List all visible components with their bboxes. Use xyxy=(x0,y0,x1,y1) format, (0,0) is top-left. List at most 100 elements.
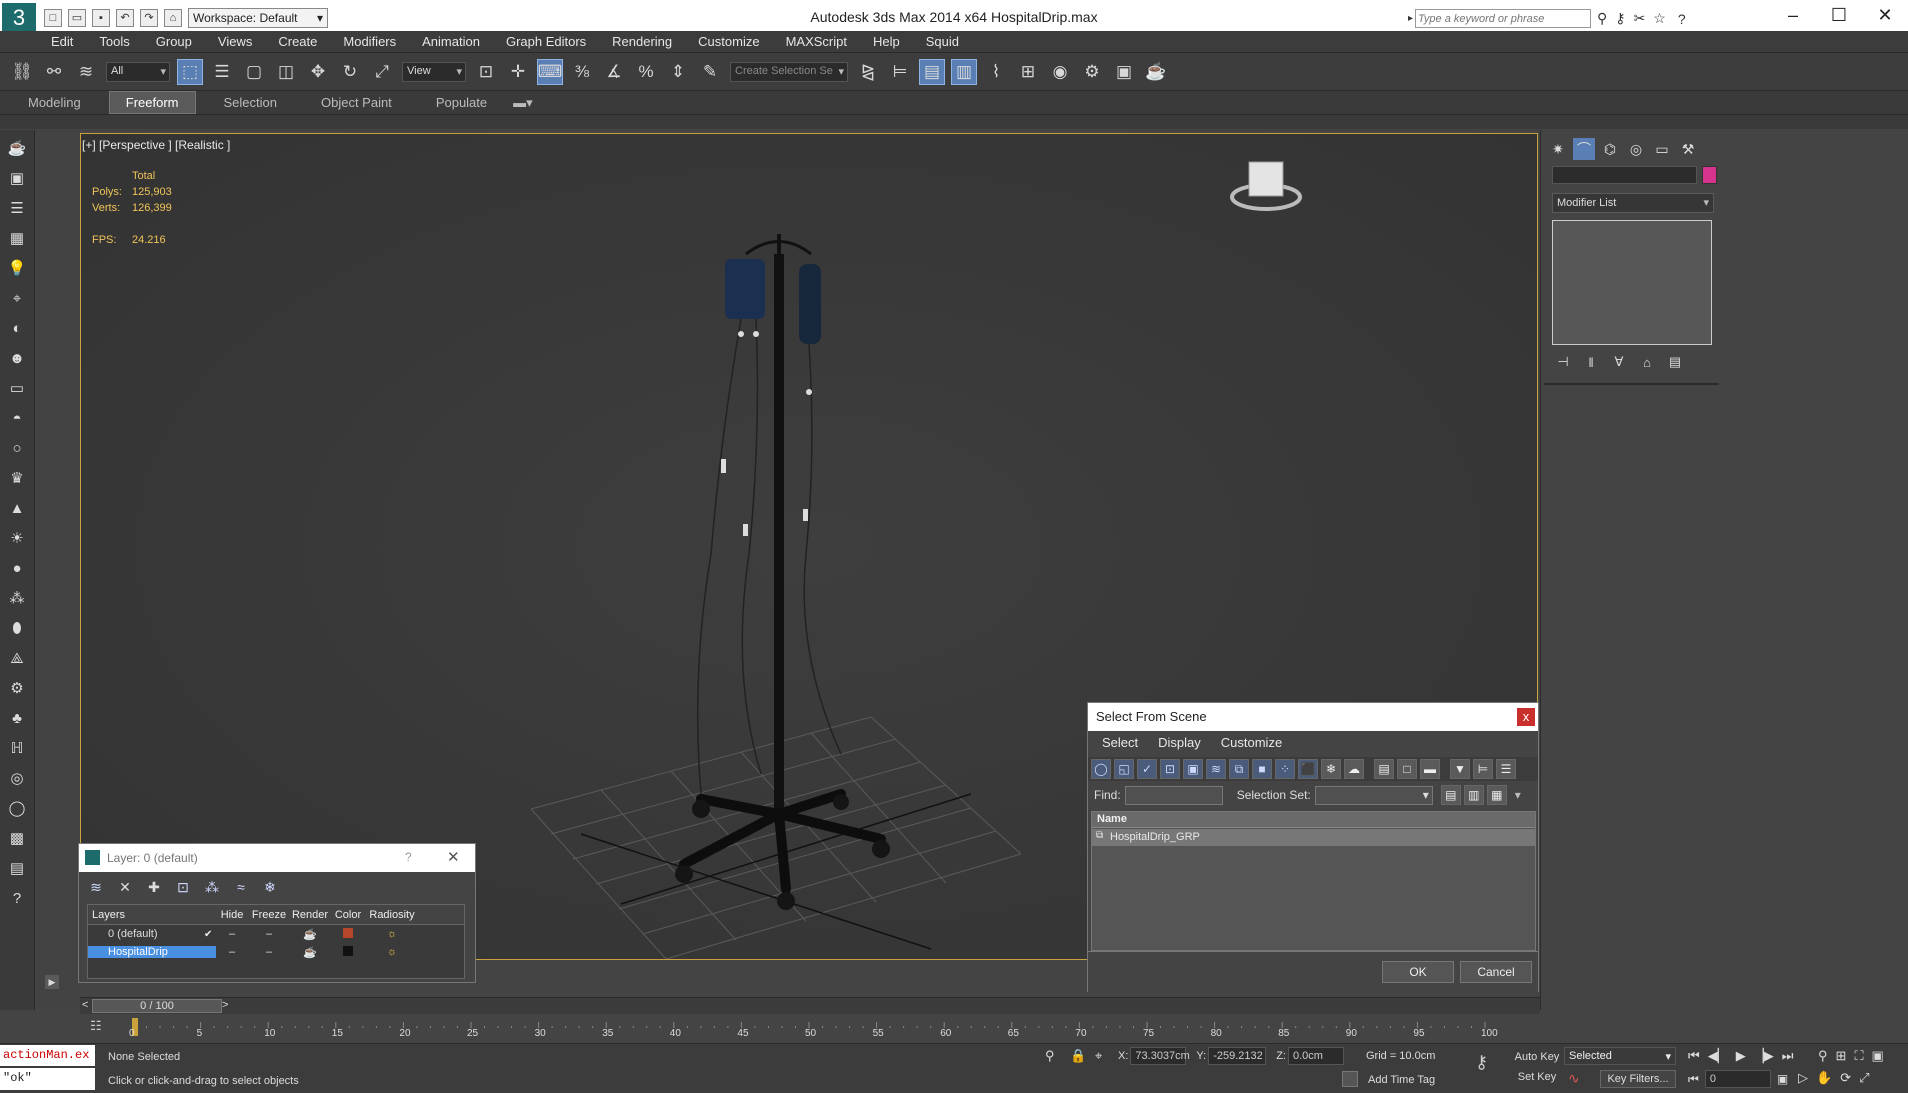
column-radiosity[interactable]: Radiosity xyxy=(366,909,418,921)
key-mode-toggle-icon[interactable]: ⏮ xyxy=(1688,1072,1699,1087)
play-icon[interactable]: ▶ xyxy=(1736,1048,1746,1064)
modifier-list-dropdown[interactable]: Modifier List xyxy=(1552,193,1714,213)
reference-coordinate-dropdown[interactable]: View xyxy=(402,61,466,82)
next-frame-icon[interactable]: ▕▶ xyxy=(1754,1048,1774,1064)
modifier-stack[interactable] xyxy=(1552,220,1712,345)
layer-color-swatch[interactable] xyxy=(330,927,366,941)
favorites-star-icon[interactable]: ☆ xyxy=(1653,10,1666,27)
menu-tools[interactable]: Tools xyxy=(86,34,142,49)
z-coordinate-field[interactable]: 0.0cm xyxy=(1287,1047,1344,1065)
render-icon[interactable]: ▣ xyxy=(5,166,29,190)
tab-freeform[interactable]: Freeform xyxy=(108,91,196,114)
align-icon[interactable]: ⊨ xyxy=(887,59,913,85)
select-by-name-icon[interactable]: ☰ xyxy=(209,59,235,85)
list-icon[interactable]: ☰ xyxy=(5,196,29,220)
tab-selection[interactable]: Selection xyxy=(208,92,293,113)
link-icon[interactable]: ⛓ xyxy=(9,59,35,85)
capsule-icon[interactable]: ⬮ xyxy=(5,616,29,640)
unlink-icon[interactable]: ⚯ xyxy=(41,59,67,85)
window-crossing-icon[interactable]: ◫ xyxy=(273,59,299,85)
cameras-filter-icon[interactable]: ⊡ xyxy=(1160,759,1180,779)
curve-editor-icon[interactable]: ⌇ xyxy=(983,59,1009,85)
angle-snap-icon[interactable]: ∡ xyxy=(601,59,627,85)
modify-tab-icon[interactable]: ⌒ xyxy=(1573,138,1595,160)
column-hide[interactable]: Hide xyxy=(216,909,248,921)
key-icon[interactable]: ⚷ xyxy=(1615,10,1625,27)
time-tag-icon[interactable] xyxy=(1342,1071,1358,1087)
menu-modifiers[interactable]: Modifiers xyxy=(330,34,409,49)
menu-customize[interactable]: Customize xyxy=(1211,731,1292,755)
geometry-filter-icon[interactable]: ◯ xyxy=(1091,759,1111,779)
ok-button[interactable]: OK xyxy=(1382,961,1454,983)
remove-modifier-icon[interactable]: ⌂ xyxy=(1636,352,1658,372)
previous-frame-icon[interactable]: ◀▏ xyxy=(1708,1048,1728,1064)
ob-icon[interactable]: ◎ xyxy=(5,766,29,790)
question-icon[interactable]: ? xyxy=(5,886,29,910)
configure-modifier-sets-icon[interactable]: ▤ xyxy=(1664,352,1686,372)
ribbon-options-icon[interactable]: ▬▾ xyxy=(509,95,537,111)
gear-icon[interactable]: ⚙ xyxy=(5,676,29,700)
radiosity-bulb-icon[interactable]: ☼ xyxy=(366,928,418,940)
select-in-layer-icon[interactable]: ⊡ xyxy=(171,876,195,898)
close-icon[interactable]: ✕ xyxy=(447,848,460,866)
expand-search-icon[interactable]: ▸ xyxy=(1408,13,1413,24)
help-icon[interactable]: ? xyxy=(1678,11,1686,27)
binoculars-icon[interactable]: ⚲ xyxy=(1597,10,1607,27)
plant-icon[interactable]: ♣ xyxy=(5,706,29,730)
script-icon[interactable]: ▤ xyxy=(5,856,29,880)
rendered-frame-window-icon[interactable]: ▣ xyxy=(1111,59,1137,85)
current-frame-field[interactable]: 0 xyxy=(1704,1070,1771,1088)
find-input[interactable] xyxy=(1124,785,1223,805)
menu-select[interactable]: Select xyxy=(1092,731,1148,755)
object-name-field[interactable] xyxy=(1552,166,1697,184)
dome-icon[interactable]: ◓ xyxy=(5,406,29,430)
graphite-toolbar-icon[interactable]: ▥ xyxy=(951,58,977,85)
render-teapot-icon[interactable]: ☕ xyxy=(290,946,330,959)
highlight-layer-icon[interactable]: ⁂ xyxy=(200,876,224,898)
time-slider-thumb[interactable]: 0 / 100 xyxy=(92,999,222,1013)
column-freeze[interactable]: Freeze xyxy=(248,909,290,921)
selection-filter-dropdown[interactable]: All xyxy=(106,61,170,82)
sphere-icon[interactable]: ○ xyxy=(5,436,29,460)
xrefs-filter-icon[interactable]: ■ xyxy=(1252,759,1272,779)
render-setup-icon[interactable]: ⚙ xyxy=(1079,59,1105,85)
menu-views[interactable]: Views xyxy=(205,34,265,49)
display-tab-icon[interactable]: ▭ xyxy=(1651,138,1673,160)
create-tab-icon[interactable]: ✷ xyxy=(1547,138,1569,160)
lock-selection-icon[interactable]: 🔒 xyxy=(1070,1048,1086,1064)
key-filters-button[interactable]: Key Filters... xyxy=(1600,1070,1676,1088)
freeze-toggle[interactable]: – xyxy=(248,946,290,958)
cone-icon[interactable]: ▲ xyxy=(5,496,29,520)
percent-snap-icon[interactable]: % xyxy=(633,59,659,85)
options-chevron-icon[interactable]: ▾ xyxy=(1515,788,1521,802)
render-teapot-icon[interactable]: ☕ xyxy=(290,928,330,941)
containers-filter-icon[interactable]: ⬛ xyxy=(1298,759,1318,779)
layer-view-icon[interactable]: ☰ xyxy=(1496,759,1516,779)
table-row[interactable]: 0 (default) – – ☕ ☼ ✔ xyxy=(88,925,464,943)
menu-display[interactable]: Display xyxy=(1148,731,1211,755)
make-unique-icon[interactable]: ∀ xyxy=(1608,352,1630,372)
hierarchy-tab-icon[interactable]: ⌬ xyxy=(1599,138,1621,160)
hat-icon[interactable]: ♛ xyxy=(5,466,29,490)
scale-icon[interactable]: ⤢ xyxy=(369,59,395,85)
camera-icon[interactable]: ⌖ xyxy=(5,286,29,310)
hide-all-layers-icon[interactable]: ≈ xyxy=(229,876,253,898)
go-to-end-icon[interactable]: ⏭ xyxy=(1782,1048,1794,1064)
maxscript-listener-input[interactable]: actionMan.ex xyxy=(0,1045,95,1066)
show-end-result-icon[interactable]: ‖ xyxy=(1580,352,1602,372)
render-production-icon[interactable]: ☕ xyxy=(1143,59,1169,85)
menu-help[interactable]: Help xyxy=(860,34,913,49)
select-object-icon[interactable]: ⬚ xyxy=(177,58,203,85)
add-time-tag-label[interactable]: Add Time Tag xyxy=(1368,1074,1435,1086)
viewport-label[interactable]: [+] [Perspective ] [Realistic ] xyxy=(82,138,230,152)
shapes-filter-icon[interactable]: ◱ xyxy=(1114,759,1134,779)
warps-filter-icon[interactable]: ≋ xyxy=(1206,759,1226,779)
layer-name[interactable]: 0 (default) xyxy=(88,928,216,940)
schematic-view-icon[interactable]: ⊞ xyxy=(1015,59,1041,85)
utilities-tab-icon[interactable]: ⚒ xyxy=(1677,138,1699,160)
radiosity-bulb-icon[interactable]: ☼ xyxy=(366,946,418,958)
menu-squid[interactable]: Squid xyxy=(913,34,972,49)
key-tangent-icon[interactable]: ∿ xyxy=(1568,1070,1580,1087)
menu-group[interactable]: Group xyxy=(143,34,205,49)
pin-stack-icon[interactable]: ⊣ xyxy=(1552,352,1574,372)
